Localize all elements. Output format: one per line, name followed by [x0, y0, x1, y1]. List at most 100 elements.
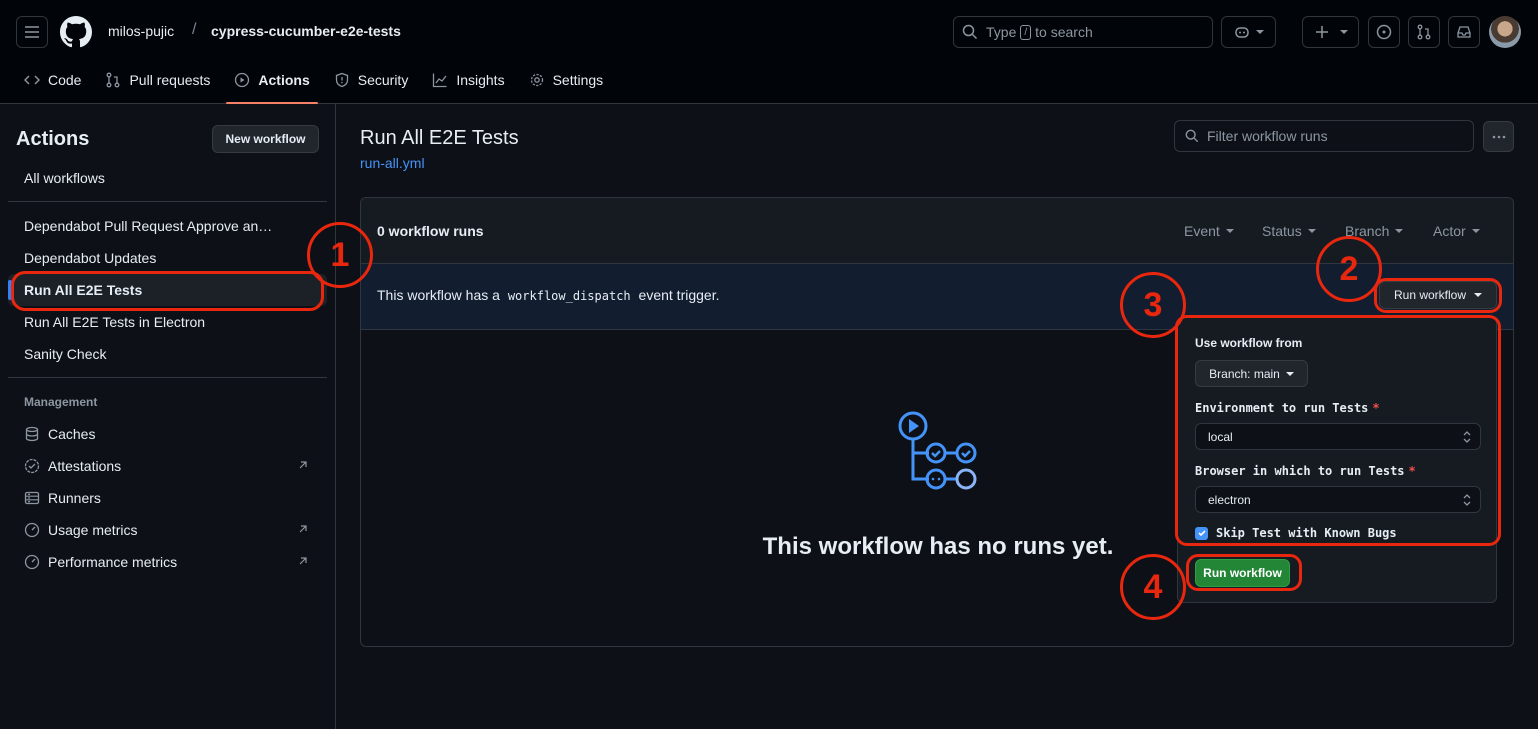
external-link-icon — [299, 461, 307, 469]
browser-select[interactable]: electron — [1195, 486, 1481, 513]
sidebar-item-all-workflows[interactable]: All workflows — [8, 162, 327, 194]
sidebar-item-attestations[interactable]: Attestations — [8, 450, 327, 482]
copilot-button[interactable] — [1221, 16, 1276, 48]
skip-label: Skip Test with Known Bugs — [1216, 526, 1397, 540]
play-icon — [235, 72, 250, 88]
server-icon — [24, 491, 40, 505]
pull-requests-button[interactable] — [1408, 16, 1440, 48]
meter-icon — [24, 522, 40, 538]
workflow-file-link[interactable]: run-all.yml — [360, 155, 425, 171]
management-heading: Management — [24, 395, 98, 409]
database-icon — [25, 426, 39, 442]
sidebar-divider — [8, 377, 327, 378]
gear-icon — [530, 73, 543, 87]
required-asterisk: * — [1408, 464, 1416, 478]
search-shortcut-key: / — [1020, 24, 1032, 40]
run-workflow-dropdown-button[interactable]: Run workflow — [1379, 281, 1497, 309]
pull-request-icon — [107, 72, 120, 88]
sidebar-item-label: Caches — [48, 426, 96, 442]
tab-settings[interactable]: Settings — [521, 64, 612, 96]
sidebar-title: Actions — [16, 128, 90, 150]
filter-label: Status — [1262, 223, 1302, 239]
git-pull-request-icon — [1417, 24, 1431, 40]
new-workflow-button[interactable]: New workflow — [212, 125, 319, 153]
chevron-down-icon — [1471, 229, 1480, 233]
runs-count: 0 workflow runs — [377, 223, 484, 239]
annotation-number-2: 2 — [1316, 236, 1382, 302]
global-search-input[interactable]: Type / to search — [953, 16, 1213, 48]
tab-label: Security — [357, 72, 409, 88]
code-icon — [24, 75, 40, 85]
repo-nav-tabs: Code Pull requests Actions Security Insi… — [0, 64, 611, 104]
sidebar-item-usage-metrics[interactable]: Usage metrics — [8, 514, 327, 546]
tab-pull-requests[interactable]: Pull requests — [97, 64, 218, 96]
menu-button[interactable] — [16, 16, 48, 48]
branch-select-button[interactable]: Branch: main — [1195, 360, 1308, 387]
environment-select[interactable]: local — [1195, 423, 1481, 450]
run-workflow-panel: Use workflow from Branch: main Environme… — [1177, 317, 1497, 603]
dispatch-prefix: This workflow has a — [377, 287, 500, 303]
sidebar-item-runners[interactable]: Runners — [8, 482, 327, 514]
button-label: Run workflow — [1393, 288, 1467, 302]
kebab-horizontal-icon — [1492, 135, 1505, 138]
chevron-down-icon — [1307, 229, 1316, 233]
tab-code[interactable]: Code — [16, 64, 89, 96]
chevron-down-icon — [1339, 30, 1348, 34]
external-link-icon — [299, 525, 307, 533]
browser-value: electron — [1208, 492, 1251, 507]
dispatch-suffix: event trigger. — [638, 287, 720, 303]
annotation-number-3: 3 — [1120, 272, 1186, 338]
more-options-button[interactable] — [1483, 121, 1514, 152]
event-filter[interactable]: Event — [1184, 223, 1234, 239]
breadcrumb-separator: / — [192, 21, 197, 38]
github-logo-icon[interactable] — [60, 16, 92, 48]
tab-insights[interactable]: Insights — [424, 64, 512, 96]
tab-security[interactable]: Security — [326, 64, 417, 96]
user-avatar[interactable] — [1489, 16, 1521, 48]
search-icon — [962, 24, 978, 40]
filter-runs-input[interactable]: Filter workflow runs — [1174, 120, 1474, 152]
filter-label: Actor — [1433, 223, 1466, 239]
sidebar-item-workflow[interactable]: Dependabot Updates — [8, 242, 327, 274]
page-title: Run All E2E Tests — [360, 127, 519, 149]
search-suffix: to search — [1035, 24, 1093, 40]
sidebar-item-workflow[interactable]: Dependabot Pull Request Approve an… — [8, 210, 327, 242]
dispatch-code: workflow_dispatch — [507, 289, 631, 303]
repo-owner-link[interactable]: milos-pujic — [108, 23, 174, 39]
inbox-button[interactable] — [1448, 16, 1480, 48]
sidebar-item-label: Attestations — [48, 458, 122, 474]
sidebar-item-workflow[interactable]: Run All E2E Tests in Electron — [8, 306, 327, 338]
sidebar-item-caches[interactable]: Caches — [8, 418, 327, 450]
actor-filter[interactable]: Actor — [1433, 223, 1480, 239]
verified-icon — [24, 458, 40, 474]
meter-icon — [24, 554, 40, 570]
branch-label: Branch: main — [1209, 366, 1280, 381]
filter-label: Event — [1184, 223, 1220, 239]
sidebar-item-workflow[interactable]: Sanity Check — [8, 338, 327, 370]
annotation-number-4: 4 — [1120, 554, 1186, 620]
actions-sidebar: Actions New workflow All workflows Depen… — [0, 104, 336, 729]
global-header: milos-pujic / cypress-cucumber-e2e-tests… — [0, 0, 1538, 104]
status-filter[interactable]: Status — [1262, 223, 1316, 239]
sidebar-item-label: Usage metrics — [48, 522, 138, 538]
checkbox-checked-icon[interactable] — [1195, 526, 1208, 540]
skip-known-bugs-checkbox[interactable]: Skip Test with Known Bugs — [1195, 526, 1397, 540]
repo-name-link[interactable]: cypress-cucumber-e2e-tests — [211, 23, 401, 39]
sidebar-item-performance-metrics[interactable]: Performance metrics — [8, 546, 327, 578]
graph-icon — [433, 73, 447, 88]
chevron-down-icon — [1285, 371, 1294, 376]
tab-label: Actions — [258, 72, 310, 88]
issues-button[interactable] — [1368, 16, 1400, 48]
environment-label-text: Environment to run Tests — [1195, 401, 1369, 415]
issue-opened-icon — [1376, 24, 1392, 40]
shield-icon — [335, 72, 348, 88]
browser-label: Browser in which to run Tests * — [1195, 464, 1416, 478]
dispatch-text: This workflow has a workflow_dispatch ev… — [377, 287, 719, 303]
sidebar-item-workflow-selected[interactable]: Run All E2E Tests — [8, 274, 327, 306]
sidebar-item-label: Runners — [48, 490, 101, 506]
run-workflow-submit-button[interactable]: Run workflow — [1195, 559, 1290, 587]
browser-label-text: Browser in which to run Tests — [1195, 464, 1405, 478]
tab-actions[interactable]: Actions — [226, 64, 319, 104]
create-new-button[interactable] — [1302, 16, 1359, 48]
copilot-icon — [1234, 27, 1249, 38]
